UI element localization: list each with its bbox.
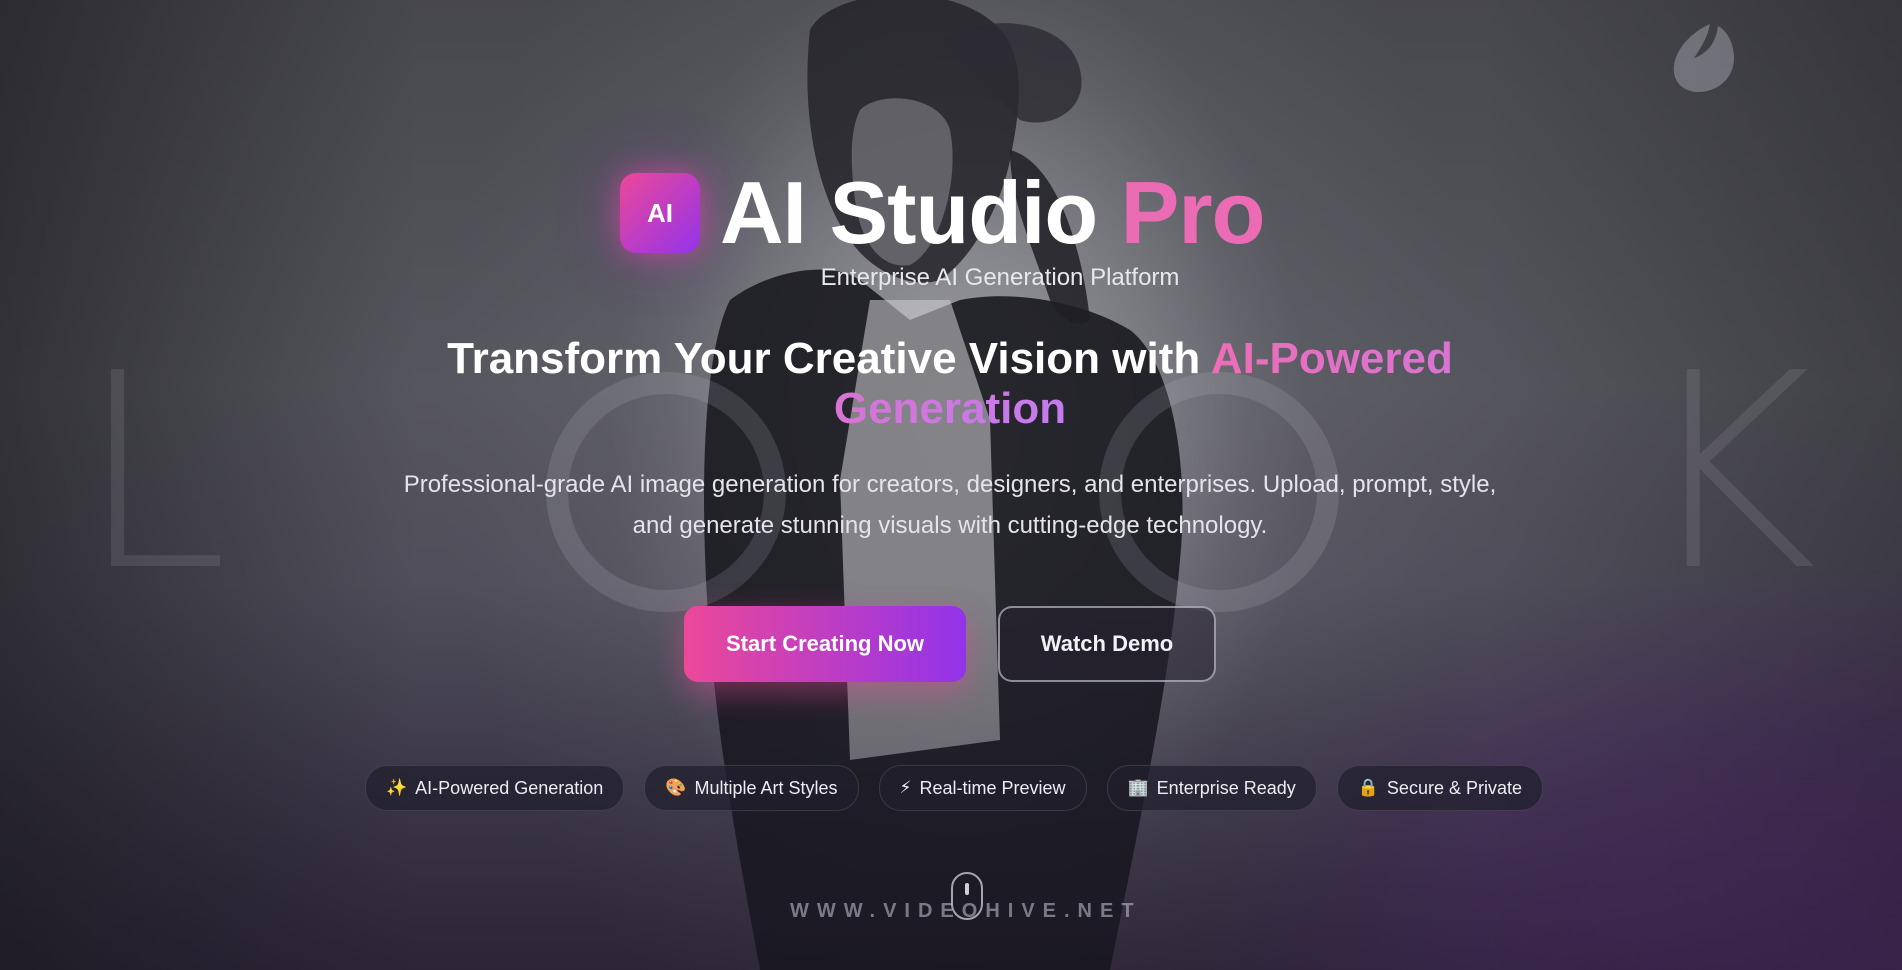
feature-chip-label: AI-Powered Generation <box>415 777 604 798</box>
brand-logo-badge[interactable]: AI <box>620 173 700 253</box>
feature-chip-label: Multiple Art Styles <box>694 777 838 798</box>
start-creating-button[interactable]: Start Creating Now <box>684 606 966 682</box>
feature-chip-label: Secure & Private <box>1386 777 1522 798</box>
background-letter-l: L <box>78 315 229 630</box>
brand-header: AI AI Studio Pro <box>620 158 1265 268</box>
brand-title-main: AI Studio <box>720 163 1098 262</box>
feature-chip-ai-powered: ✨ AI-Powered Generation <box>365 765 625 811</box>
brand-badge-text: AI <box>647 197 673 228</box>
lightning-icon: ⚡ <box>899 778 912 797</box>
brand-title: AI Studio Pro <box>720 169 1265 257</box>
feature-chip-list: ✨ AI-Powered Generation 🎨 Multiple Art S… <box>365 765 1543 811</box>
hero-headline-main: Transform Your Creative Vision with <box>447 334 1201 383</box>
hero-page: L K AI AI Studio Pro Enterprise AI Gener… <box>0 0 1902 970</box>
feature-chip-label: Real-time Preview <box>919 777 1066 798</box>
cta-button-group: Start Creating Now Watch Demo <box>684 606 1216 682</box>
feature-chip-label: Enterprise Ready <box>1156 777 1296 798</box>
background-letter-k: K <box>1640 315 1818 630</box>
hero-headline: Transform Your Creative Vision with AI-P… <box>400 334 1500 434</box>
feature-chip-art-styles: 🎨 Multiple Art Styles <box>644 765 859 811</box>
feature-chip-enterprise: 🏢 Enterprise Ready <box>1106 765 1317 811</box>
scroll-wheel-dot <box>965 883 969 895</box>
videohive-watermark: WWW.VIDEOHIVE.NET <box>790 900 1142 922</box>
feature-chip-realtime-preview: ⚡ Real-time Preview <box>878 765 1087 811</box>
lock-icon: 🔒 <box>1357 778 1379 797</box>
hero-description: Professional-grade AI image generation f… <box>403 471 1497 539</box>
watch-demo-button[interactable]: Watch Demo <box>998 606 1216 682</box>
sparkles-icon: ✨ <box>386 778 408 797</box>
brand-tagline: Enterprise AI Generation Platform <box>820 264 1180 291</box>
feature-chip-secure: 🔒 Secure & Private <box>1336 765 1543 811</box>
envato-leaf-icon <box>1673 24 1734 92</box>
palette-icon: 🎨 <box>665 778 687 797</box>
brand-title-accent: Pro <box>1120 163 1266 262</box>
building-icon: 🏢 <box>1127 778 1149 797</box>
